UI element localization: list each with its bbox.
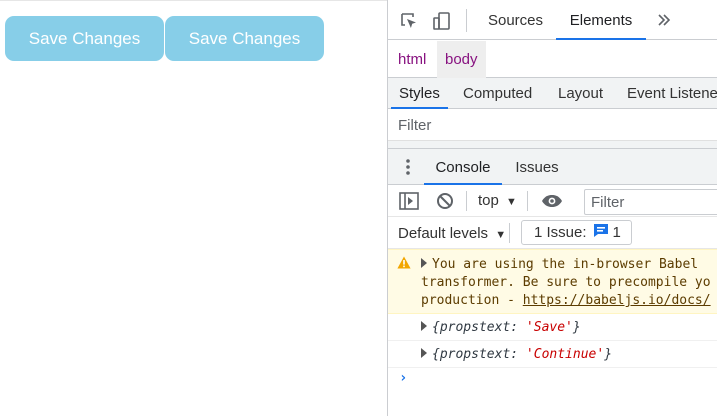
page-viewport: Save Changes Save Changes — [0, 0, 387, 416]
devtools-panel: Sources Elements html body Styles Comput… — [387, 0, 717, 416]
breadcrumb-html[interactable]: html — [390, 41, 434, 78]
tab-console[interactable]: Console — [424, 149, 502, 185]
log-value: 'Continue' — [525, 347, 605, 362]
styles-filter-placeholder: Filter — [398, 117, 432, 134]
expand-triangle-icon[interactable] — [421, 321, 427, 331]
console-warning-message: You are using the in-browser Babel trans… — [388, 249, 717, 314]
tab-sources[interactable]: Sources — [478, 0, 553, 40]
log-levels-label: Default levels — [398, 225, 489, 242]
console-log-row[interactable]: {propstext: 'Continue'} — [388, 341, 717, 368]
issues-count: 1 — [612, 224, 621, 241]
inspect-element-icon[interactable] — [398, 10, 420, 32]
console-prompt[interactable]: › — [399, 370, 407, 386]
issue-message-icon — [593, 223, 609, 242]
issues-counter-button[interactable]: 1 Issue: 1 — [521, 220, 632, 245]
clear-console-icon[interactable] — [435, 191, 455, 211]
tab-layout[interactable]: Layout — [558, 78, 603, 109]
toolbar-separator — [466, 191, 467, 211]
show-sidebar-icon[interactable] — [398, 191, 420, 211]
styles-filter-input[interactable]: Filter — [388, 109, 717, 141]
log-value: 'Save' — [525, 320, 573, 335]
drawer-tabs: Console Issues — [388, 149, 717, 185]
styles-subtabs: Styles Computed Layout Event Listeners — [388, 78, 717, 109]
breadcrumb: html body — [388, 41, 717, 78]
tab-elements[interactable]: Elements — [556, 0, 646, 40]
console-levels-bar: Default levels ▼ 1 Issue: 1 — [388, 217, 717, 249]
log-close: } — [604, 347, 613, 362]
console-filter-field[interactable] — [584, 189, 717, 215]
issues-label: 1 Issue: — [534, 224, 587, 241]
tab-computed[interactable]: Computed — [463, 78, 532, 109]
log-close: } — [572, 320, 581, 335]
tab-issues[interactable]: Issues — [506, 149, 568, 185]
context-select[interactable]: top ▼ — [478, 185, 517, 217]
console-filter-input[interactable] — [585, 190, 715, 214]
chevron-down-icon: ▼ — [495, 229, 507, 241]
toolbar-separator — [527, 191, 528, 211]
more-tabs-icon[interactable] — [653, 9, 675, 31]
toolbar-separator — [509, 223, 510, 243]
babel-docs-link[interactable]: https://babeljs.io/docs/ — [523, 293, 711, 308]
tab-styles[interactable]: Styles — [391, 78, 448, 109]
drawer-divider[interactable] — [388, 141, 717, 149]
warning-line-1: You are using the in-browser Babel — [432, 257, 699, 272]
live-expression-eye-icon[interactable] — [540, 191, 564, 211]
console-toolbar: top ▼ — [388, 185, 717, 217]
log-key: {propstext: — [432, 347, 526, 362]
warning-line-2: transformer. Be sure to precompile yo — [421, 275, 711, 290]
expand-triangle-icon[interactable] — [421, 348, 427, 358]
breadcrumb-body[interactable]: body — [437, 41, 486, 78]
log-levels-dropdown[interactable]: Default levels ▼ — [398, 217, 506, 252]
devtools-main-toolbar: Sources Elements — [388, 0, 717, 40]
device-toolbar-icon[interactable] — [431, 10, 453, 32]
log-key: {propstext: — [432, 320, 526, 335]
warning-icon — [397, 256, 411, 273]
drawer-menu-icon[interactable] — [398, 157, 418, 177]
console-log-row[interactable]: {propstext: 'Save'} — [388, 314, 717, 341]
save-changes-button[interactable]: Save Changes — [5, 16, 164, 61]
toolbar-separator — [466, 9, 467, 32]
warning-line-3: production - — [421, 293, 523, 308]
chevron-down-icon: ▼ — [506, 196, 517, 208]
tab-event-listeners[interactable]: Event Listeners — [627, 78, 717, 109]
context-select-value: top — [478, 192, 499, 209]
save-changes-button-2[interactable]: Save Changes — [165, 16, 324, 61]
expand-triangle-icon[interactable] — [421, 258, 427, 268]
